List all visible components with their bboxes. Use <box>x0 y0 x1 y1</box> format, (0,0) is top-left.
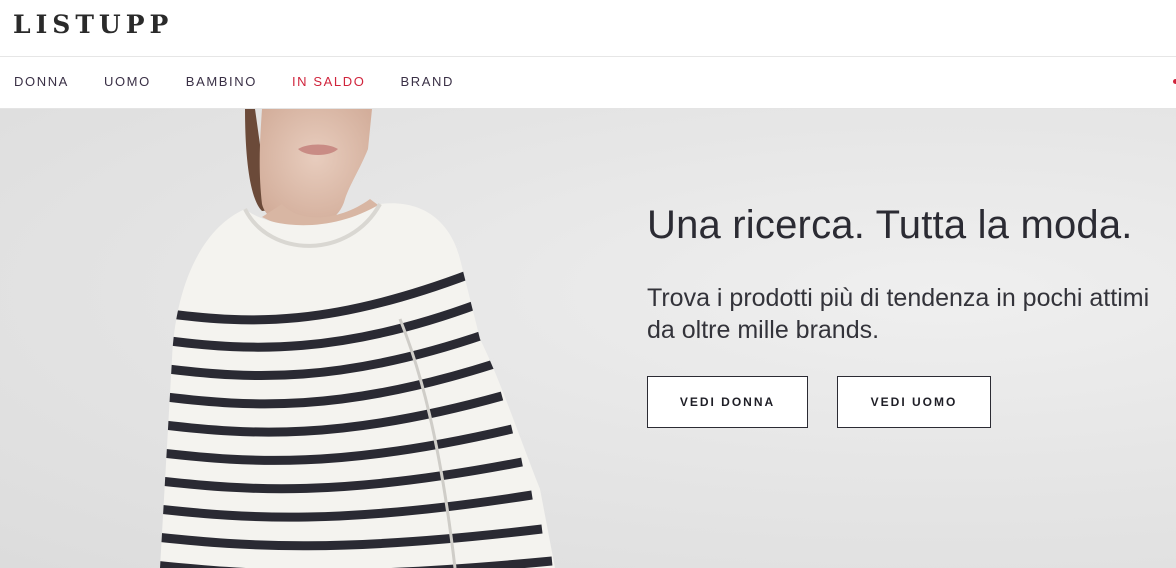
nav-item-bambino[interactable]: BAMBINO <box>186 73 257 91</box>
hero-banner: Una ricerca. Tutta la moda. Trova i prod… <box>0 109 1176 568</box>
site-logo[interactable]: LISTUPP <box>13 8 173 42</box>
header-divider <box>0 56 1176 57</box>
nav-item-in-saldo[interactable]: IN SALDO <box>292 73 365 91</box>
site-header: LISTUPP DONNA UOMO BAMBINO IN SALDO BRAN… <box>0 0 1176 109</box>
nav-item-brand[interactable]: BRAND <box>400 73 454 91</box>
hero-subline: Trova i prodotti più di tendenza in poch… <box>647 284 1150 344</box>
view-women-button[interactable]: VEDI DONNA <box>647 376 808 428</box>
nav-item-donna[interactable]: DONNA <box>14 73 69 91</box>
main-nav: DONNA UOMO BAMBINO IN SALDO BRAND <box>14 73 489 91</box>
nav-item-uomo[interactable]: UOMO <box>104 73 151 91</box>
view-men-button[interactable]: VEDI UOMO <box>837 376 991 428</box>
hero-model-image <box>160 109 555 568</box>
hero-headline: Una ricerca. Tutta la moda. <box>647 203 1133 247</box>
